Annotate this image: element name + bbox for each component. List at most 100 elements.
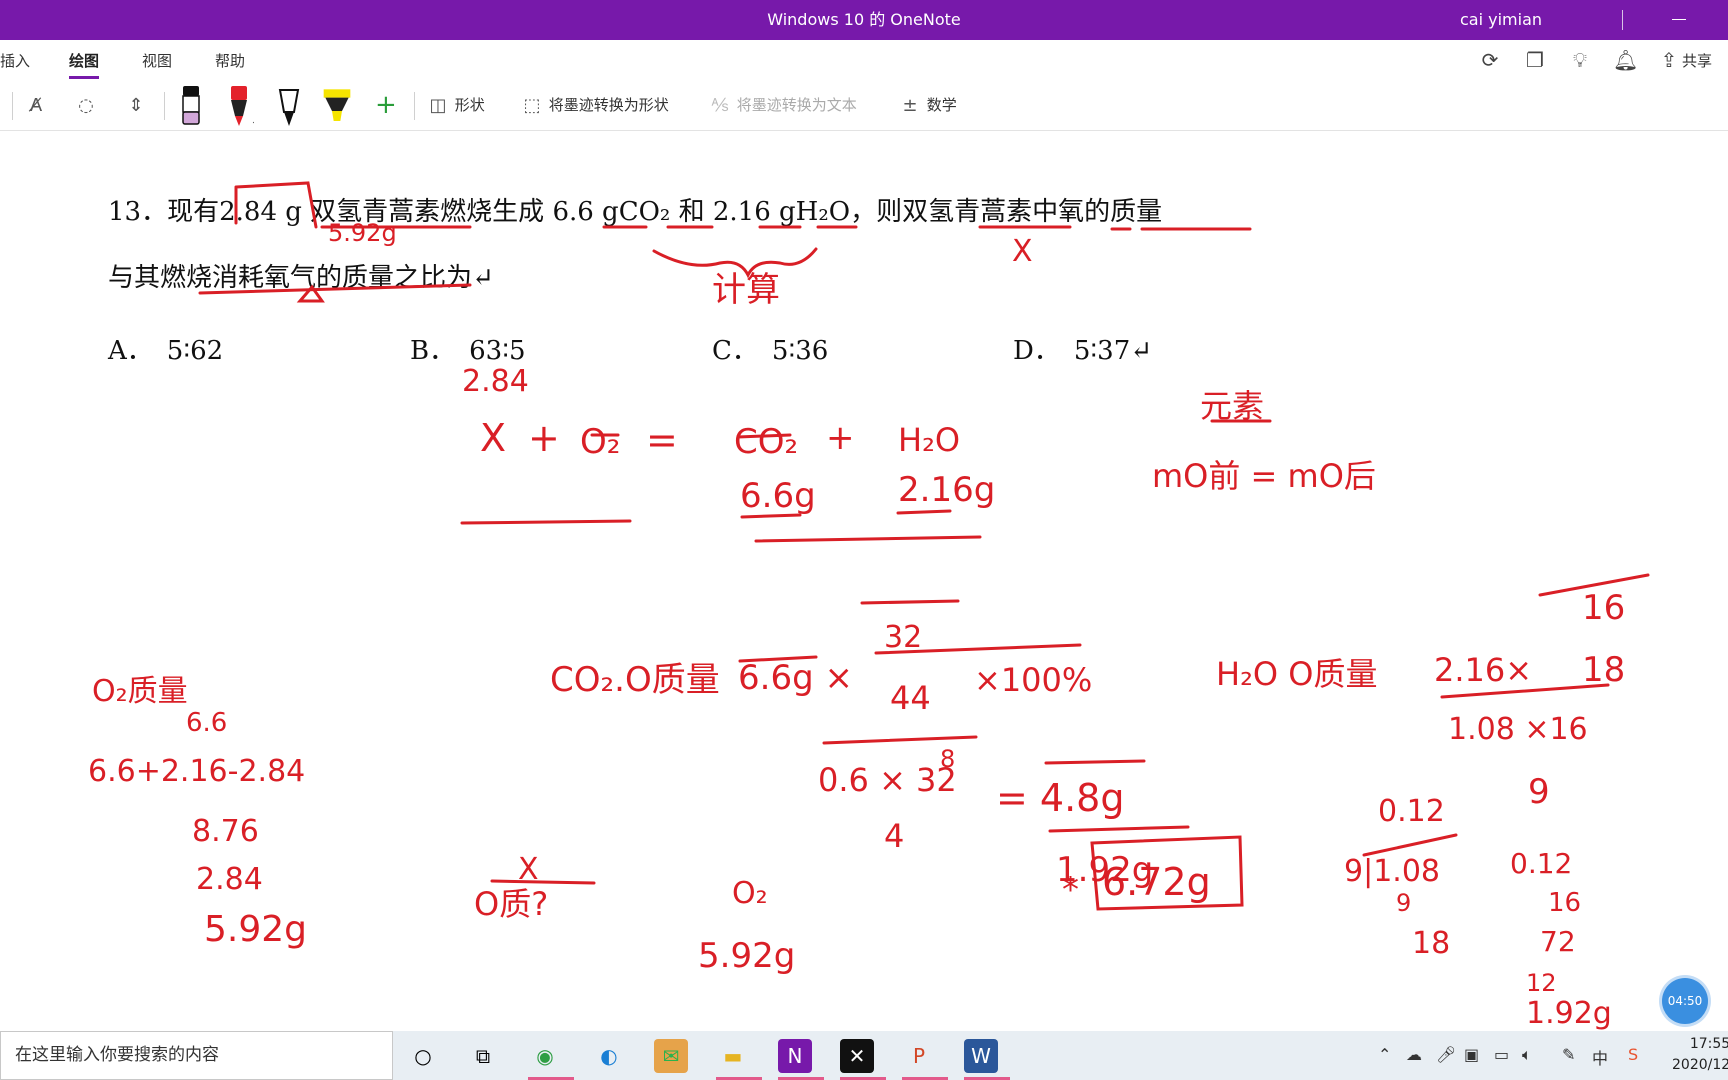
shapes-button[interactable]: ◫ 形状 bbox=[426, 88, 485, 122]
ink-text-top-592: 5.92g bbox=[328, 219, 397, 247]
ink-text-876: 8.76 bbox=[192, 814, 259, 849]
ink-text-frac44: 44 bbox=[890, 679, 931, 717]
clock[interactable]: 17:55 2020/12 bbox=[1672, 1034, 1728, 1076]
wechat-icon[interactable]: ✉ bbox=[654, 1039, 688, 1073]
math-icon: ± bbox=[902, 94, 918, 116]
ink-to-text-label: 将墨迹转换为文本 bbox=[736, 96, 857, 114]
chrome-icon[interactable]: ◉ bbox=[528, 1039, 562, 1073]
taskbar: 在这里输入你要搜索的内容 ○ ⧉ ◉ ◐ ✉ ▬ N ✕ P W ⌃ ☁ 🎤︎ … bbox=[0, 1031, 1728, 1080]
tab-draw[interactable]: 绘图 bbox=[69, 50, 100, 79]
ink-text-mo-eq: mO前 = mO后 bbox=[1152, 457, 1376, 495]
ink-text-284b: 2.84 bbox=[196, 862, 263, 897]
ink-text-frac16: 16 bbox=[1582, 588, 1625, 628]
ink-text-eq-plus2: + bbox=[826, 418, 855, 458]
word-icon[interactable]: W bbox=[964, 1039, 998, 1073]
edge-icon[interactable]: ◐ bbox=[592, 1039, 626, 1073]
text-cursor-icon: A̸ bbox=[29, 94, 43, 116]
user-name[interactable]: cai yimian bbox=[1460, 0, 1542, 40]
ink-box-stroke bbox=[234, 181, 318, 229]
volume-icon[interactable]: 🔈︎ bbox=[1522, 1045, 1532, 1065]
ink-text-eq-h2o: H₂O bbox=[898, 421, 960, 459]
ink-text-c012: 0.12 bbox=[1510, 847, 1572, 880]
ink-text-66: 6.6 bbox=[186, 708, 227, 738]
ink-text-ostar: * bbox=[1062, 870, 1079, 910]
lasso-tool[interactable]: ◌ bbox=[74, 88, 98, 122]
tray-chevron-icon[interactable]: ⌃ bbox=[1378, 1045, 1391, 1064]
ribbon-tabs: 插入 绘图 视图 帮助 ⟳ ❐ 💡︎ 🔔︎ ⇪ 共享 bbox=[0, 40, 1728, 80]
lightbulb-icon[interactable]: 💡︎ bbox=[1568, 48, 1592, 72]
ink-text-eq-x: X bbox=[480, 416, 506, 460]
battery-icon[interactable]: ▭ bbox=[1494, 1045, 1509, 1064]
ink-text-eq-co2: CO₂ bbox=[734, 422, 798, 462]
title-bar: Windows 10 的 OneNote cai yimian bbox=[0, 0, 1728, 40]
shapes-label: 形状 bbox=[454, 96, 485, 114]
red-pen-icon[interactable]: ⌄ bbox=[224, 84, 254, 128]
ink-to-shape-icon: ⬚ bbox=[523, 94, 541, 116]
type-select-tool[interactable]: A̸ bbox=[24, 88, 48, 122]
ink-text-div: 9|1.08 bbox=[1344, 854, 1440, 889]
ink-text-div9: 9 bbox=[1396, 889, 1411, 917]
share-icon[interactable]: ⇪ bbox=[1657, 48, 1681, 72]
tab-view[interactable]: 视图 bbox=[142, 50, 172, 71]
input-method-icon[interactable]: 中 bbox=[1592, 1045, 1608, 1069]
clock-date: 2020/12 bbox=[1672, 1057, 1728, 1073]
ink-text-yuansu: 元素 bbox=[1200, 387, 1264, 425]
ink-text-frac18: 18 bbox=[1582, 650, 1625, 690]
add-pen-button[interactable]: + bbox=[375, 88, 397, 122]
ink-underline bbox=[754, 535, 982, 543]
ink-text: 5.92g 计算 X 2.84 X + O₂ = CO₂ + H₂O 6.6g … bbox=[88, 219, 1625, 1031]
tab-insert[interactable]: 插入 bbox=[0, 50, 30, 71]
ink-text-div18: 18 bbox=[1412, 926, 1450, 961]
ink-fraction-bar bbox=[860, 599, 960, 605]
minimize-button[interactable] bbox=[1672, 19, 1686, 20]
ink-text-pct: ×100% bbox=[974, 661, 1092, 699]
ink-to-text-button[interactable]: ⅍ 将墨迹转换为文本 bbox=[708, 88, 857, 122]
toolbar-divider bbox=[414, 92, 415, 120]
ink-underline bbox=[490, 879, 596, 885]
black-pen-icon[interactable] bbox=[176, 84, 206, 128]
microphone-icon[interactable]: 🎤︎ bbox=[1436, 1045, 1456, 1064]
ink-text-9: 9 bbox=[1528, 772, 1550, 812]
pen-tray-icon[interactable]: ✎ bbox=[1562, 1045, 1575, 1064]
ink-text-c16: 16 bbox=[1548, 888, 1581, 918]
app-icon[interactable]: ✕ bbox=[840, 1039, 874, 1073]
lasso-icon: ◌ bbox=[78, 94, 94, 116]
ink-text-o-q: O质? bbox=[474, 885, 548, 923]
ink-text-012: 0.12 bbox=[1378, 794, 1445, 829]
ink-text-calc-top: 0.6 × 32 bbox=[818, 761, 957, 799]
file-explorer-icon[interactable]: ▬ bbox=[716, 1039, 750, 1073]
math-button[interactable]: ± 数学 bbox=[898, 88, 957, 122]
ink-text-284: 2.84 bbox=[462, 364, 529, 399]
bell-icon[interactable]: 🔔︎ bbox=[1613, 48, 1638, 72]
notebooks-icon[interactable]: ❐ bbox=[1523, 48, 1547, 72]
insert-space-icon: ⇕ bbox=[128, 94, 144, 116]
ink-text-66g: 6.6g bbox=[740, 476, 816, 516]
onenote-icon[interactable]: N bbox=[778, 1039, 812, 1073]
tab-help[interactable]: 帮助 bbox=[215, 50, 245, 71]
ink-fraction-bar bbox=[822, 735, 978, 745]
onedrive-icon[interactable]: ☁ bbox=[1406, 1045, 1422, 1064]
math-label: 数学 bbox=[926, 96, 957, 114]
network-icon[interactable]: ▣ bbox=[1464, 1045, 1479, 1064]
ink-layer[interactable]: 5.92g 计算 X 2.84 X + O₂ = CO₂ + H₂O 6.6g … bbox=[0, 131, 1728, 1031]
ink-text-c192: 1.92g bbox=[1526, 996, 1612, 1031]
recording-timer[interactable]: 04:50 bbox=[1662, 978, 1708, 1024]
insert-space-tool[interactable]: ⇕ bbox=[124, 88, 148, 122]
sync-icon[interactable]: ⟳ bbox=[1478, 48, 1502, 72]
ink-to-shape-label: 将墨迹转换为形状 bbox=[548, 96, 669, 114]
sogou-icon[interactable]: S bbox=[1628, 1045, 1638, 1064]
ink-text-672: 6.72g bbox=[1102, 860, 1211, 904]
share-button[interactable]: 共享 bbox=[1682, 50, 1712, 71]
cortana-icon[interactable]: ○ bbox=[406, 1039, 440, 1073]
powerpoint-icon[interactable]: P bbox=[902, 1039, 936, 1073]
ink-to-shape-button[interactable]: ⬚ 将墨迹转换为形状 bbox=[520, 88, 669, 122]
task-view-icon[interactable]: ⧉ bbox=[466, 1039, 500, 1073]
highlighter-icon[interactable] bbox=[322, 84, 352, 128]
ink-text-eq-equals: = bbox=[646, 418, 678, 462]
ink-text-c72: 72 bbox=[1540, 925, 1576, 958]
pencil-icon[interactable] bbox=[274, 84, 304, 128]
ink-text-sum: 6.6+2.16-2.84 bbox=[88, 754, 305, 789]
taskbar-search-input[interactable]: 在这里输入你要搜索的内容 bbox=[0, 1031, 393, 1080]
svg-text:⌄: ⌄ bbox=[251, 117, 254, 127]
ink-text-eq-plus1: + bbox=[528, 416, 560, 460]
